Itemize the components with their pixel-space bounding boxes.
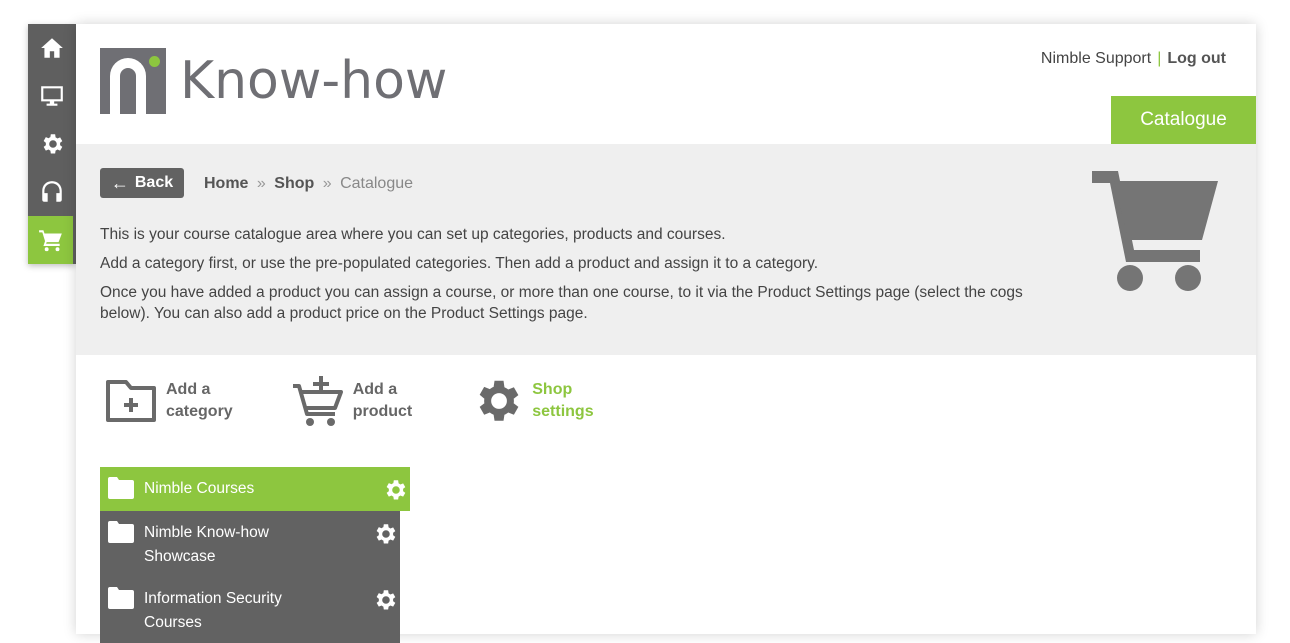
logo-mark-icon <box>100 48 166 114</box>
description-p2: Add a category first, or use the pre-pop… <box>100 255 819 272</box>
add-product-line2: product <box>352 403 413 420</box>
header: Know-how Nimble Support | Log out Catalogu… <box>76 24 1256 148</box>
add-product-button[interactable]: Add a product <box>291 374 413 428</box>
cart-icon <box>38 230 62 252</box>
info-band: ← Back Home » Shop » Catalogue This is y… <box>76 144 1256 355</box>
support-link[interactable]: Nimble Support <box>1041 50 1151 67</box>
folder-icon <box>108 521 134 543</box>
category-list: Nimble Courses Nimble Know-how Showcase … <box>100 467 410 643</box>
gear-icon <box>479 380 519 421</box>
breadcrumb-separator: » <box>322 175 332 192</box>
shop-settings-button[interactable]: Shop settings <box>470 374 594 428</box>
add-category-line1: Add a <box>166 381 211 398</box>
category-name: Information Security Courses <box>144 590 282 631</box>
breadcrumb-home[interactable]: Home <box>204 175 248 192</box>
shopping-cart-icon <box>1092 171 1218 291</box>
link-separator: | <box>1157 50 1162 67</box>
nav-settings[interactable] <box>28 120 76 168</box>
folder-plus-icon <box>106 380 156 422</box>
arrow-left-icon: ← <box>110 172 129 193</box>
action-bar: Add a category Add a product Shop settin… <box>104 374 652 428</box>
left-nav <box>28 24 76 264</box>
home-icon <box>41 38 63 58</box>
category-item[interactable]: Information Security Courses <box>100 577 400 643</box>
cog-icon[interactable] <box>382 477 408 503</box>
folder-icon <box>108 587 134 609</box>
shop-settings-line1: Shop <box>532 381 573 398</box>
category-name: Nimble Courses <box>144 480 255 497</box>
breadcrumb: Home » Shop » Catalogue <box>204 175 413 193</box>
category-item[interactable]: Nimble Know-how Showcase <box>100 511 400 577</box>
logout-link[interactable]: Log out <box>1167 50 1226 67</box>
description-p1: This is your course catalogue area where… <box>100 226 726 243</box>
headset-icon <box>42 181 62 202</box>
nav-support[interactable] <box>28 168 76 216</box>
logo[interactable]: Know-how <box>100 48 447 114</box>
back-label: Back <box>134 174 174 191</box>
folder-icon <box>108 477 134 499</box>
category-item[interactable]: Nimble Courses <box>100 467 410 511</box>
nav-shop[interactable] <box>28 216 76 264</box>
add-product-label: Add a product <box>353 379 413 423</box>
add-category-line2: category <box>166 403 233 420</box>
shop-settings-line2: settings <box>532 403 594 420</box>
main-card: Know-how Nimble Support | Log out Catalogu… <box>76 24 1256 643</box>
add-category-button[interactable]: Add a category <box>104 374 233 428</box>
add-category-label: Add a category <box>166 379 233 423</box>
tab-catalogue[interactable]: Catalogue <box>1111 96 1256 148</box>
monitor-icon <box>41 86 63 106</box>
nav-home[interactable] <box>28 24 76 72</box>
description: This is your course catalogue area where… <box>100 224 1070 332</box>
logo-text: Know-how <box>180 51 448 111</box>
breadcrumb-current: Catalogue <box>340 175 414 192</box>
breadcrumb-shop[interactable]: Shop <box>274 175 314 192</box>
gear-icon <box>43 134 63 154</box>
cog-icon[interactable] <box>372 587 398 613</box>
description-p3: Once you have added a product you can as… <box>100 284 1023 322</box>
nav-courses[interactable] <box>28 72 76 120</box>
add-product-line1: Add a <box>352 381 398 398</box>
shop-settings-label: Shop settings <box>532 379 593 423</box>
category-name: Nimble Know-how Showcase <box>144 524 269 565</box>
back-button[interactable]: ← Back <box>100 168 184 198</box>
top-links: Nimble Support | Log out <box>1041 50 1226 68</box>
breadcrumb-separator: » <box>256 175 266 192</box>
cart-plus-icon <box>292 376 343 426</box>
cog-icon[interactable] <box>372 521 398 547</box>
